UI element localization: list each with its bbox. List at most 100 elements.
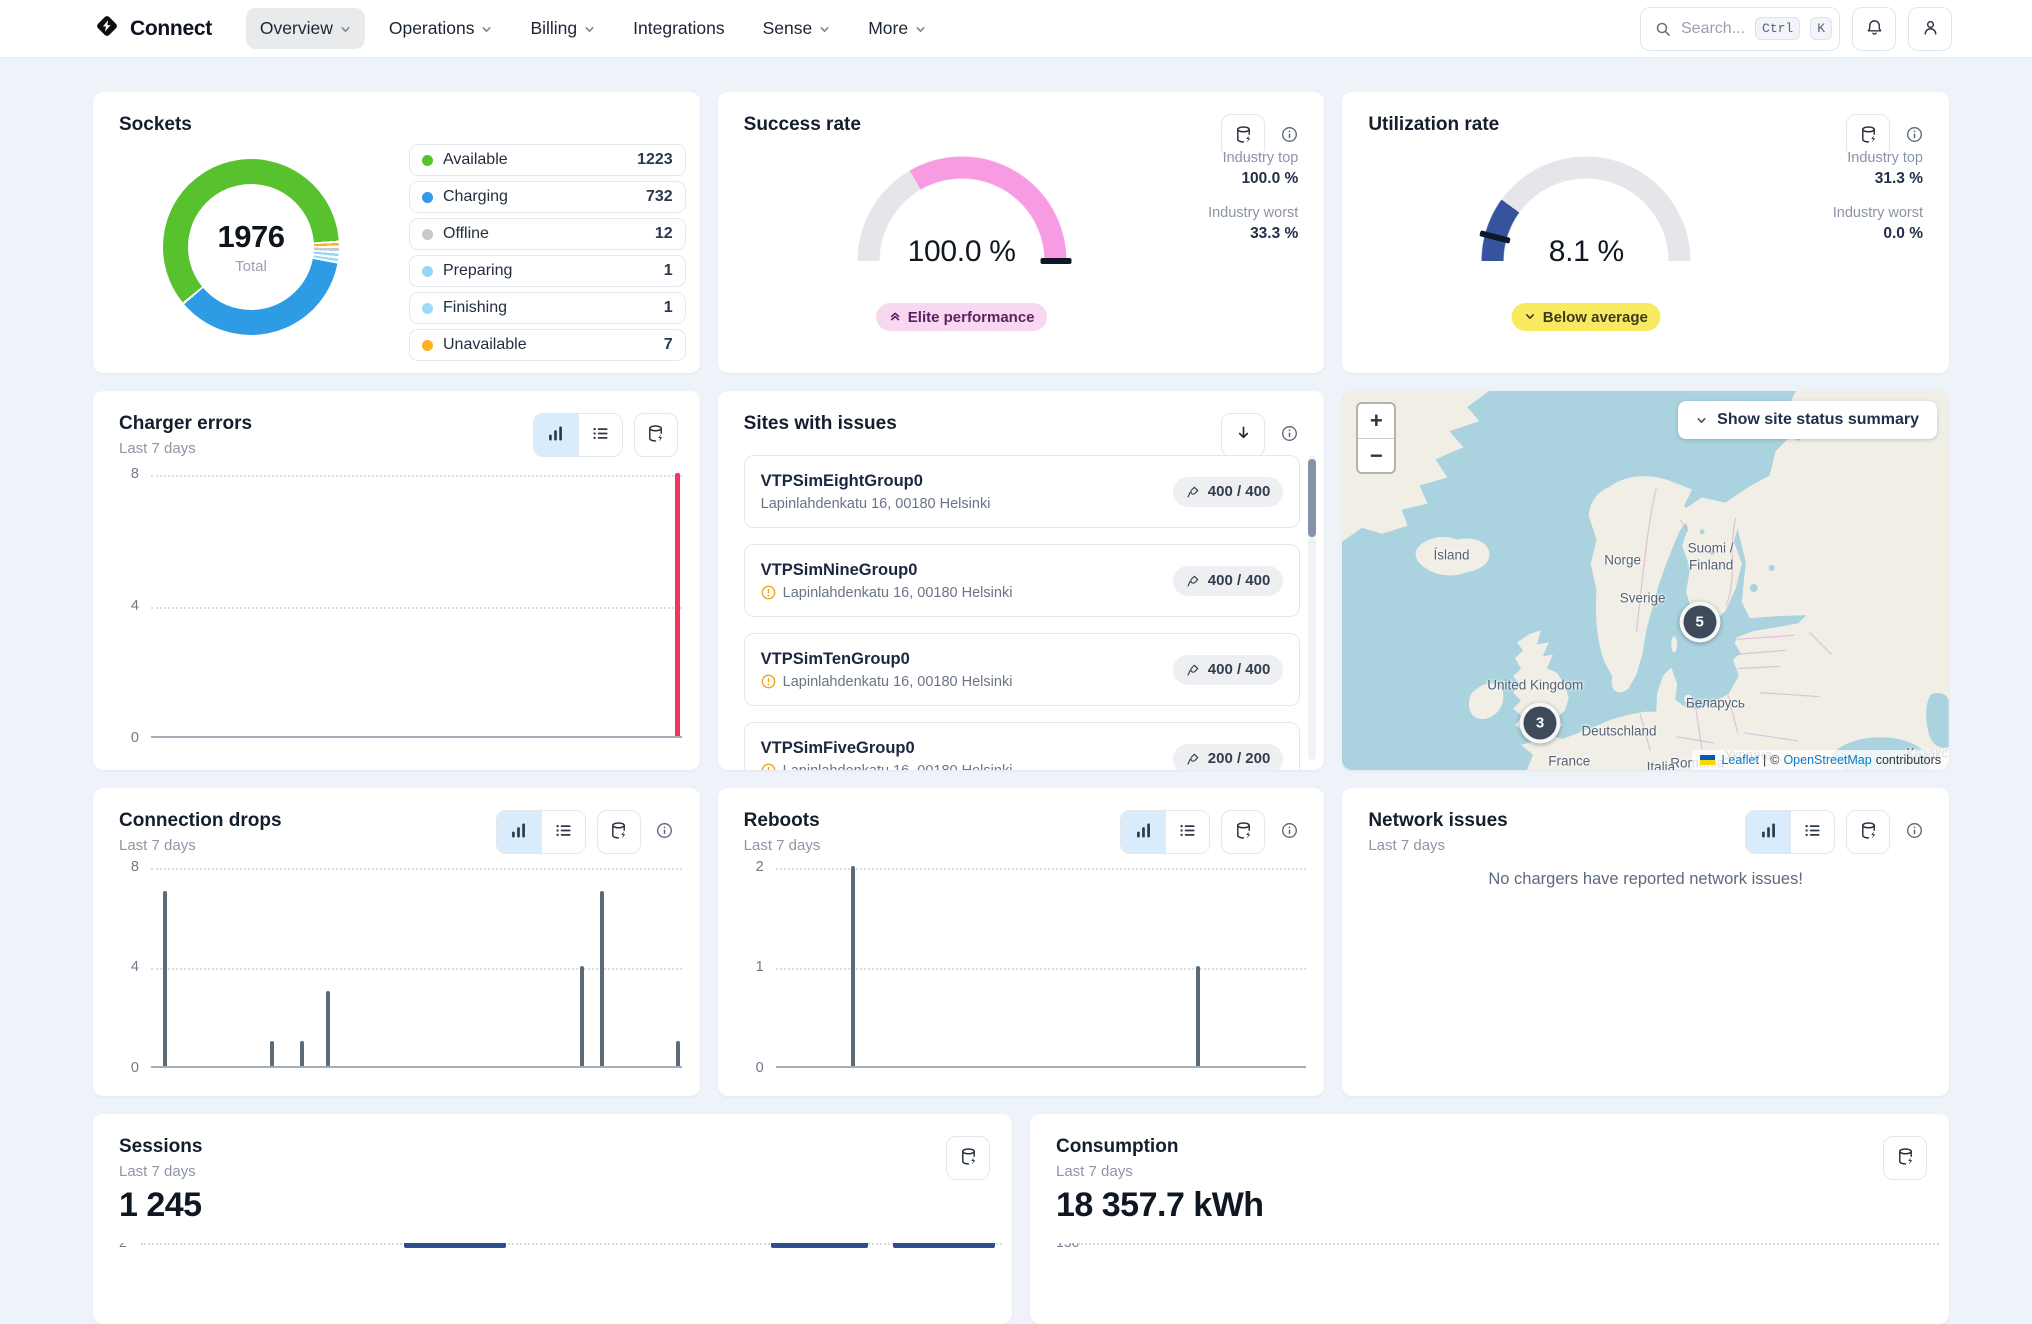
status-dot — [422, 192, 433, 203]
site-row[interactable]: VTPSimTenGroup0Lapinlahdenkatu 16, 00180… — [744, 633, 1301, 706]
nav-item-overview[interactable]: Overview — [246, 8, 365, 49]
nav-item-sense[interactable]: Sense — [749, 8, 845, 49]
brand[interactable]: Connect — [93, 12, 212, 45]
legend-item-preparing[interactable]: Preparing1 — [409, 255, 686, 287]
map-cluster-marker[interactable]: 3 — [1520, 702, 1561, 743]
database-icon — [1234, 821, 1253, 843]
consumption-mini-chart: 150 — [1030, 1243, 1949, 1313]
data-source-button[interactable] — [634, 413, 678, 457]
data-source-button[interactable] — [1846, 810, 1890, 854]
search-input[interactable]: Search... Ctrl K — [1640, 7, 1840, 51]
scrollbar-thumb[interactable] — [1308, 459, 1316, 537]
status-dot — [422, 229, 433, 240]
database-icon — [1859, 821, 1878, 843]
notifications-button[interactable] — [1852, 7, 1896, 51]
info-button[interactable] — [1901, 810, 1927, 854]
legend-label: Unavailable — [443, 336, 654, 354]
chevron-down-icon — [481, 24, 492, 35]
warning-icon — [761, 585, 776, 600]
bar — [404, 1243, 506, 1248]
sockets-total: 1976 — [218, 219, 285, 255]
leaflet-link[interactable]: Leaflet — [1721, 753, 1759, 767]
card-sites-with-issues: Sites with issues VTPSimEightGroup0Lapin… — [718, 391, 1325, 770]
brand-name: Connect — [130, 17, 212, 41]
bar-view-button[interactable] — [1746, 811, 1790, 853]
map-country-label: Deutschland — [1581, 723, 1656, 738]
ukraine-flag-icon — [1700, 755, 1715, 765]
site-row[interactable]: VTPSimEightGroup0Lapinlahdenkatu 16, 001… — [744, 455, 1301, 528]
legend-label: Preparing — [443, 262, 654, 280]
site-row[interactable]: VTPSimNineGroup0Lapinlahdenkatu 16, 0018… — [744, 544, 1301, 617]
legend-item-available[interactable]: Available1223 — [409, 144, 686, 176]
bar-view-button[interactable] — [497, 811, 541, 853]
list-view-button[interactable] — [1790, 811, 1834, 853]
legend-item-offline[interactable]: Offline12 — [409, 218, 686, 250]
nav-item-label: Operations — [389, 18, 475, 39]
bell-icon — [1865, 18, 1884, 40]
info-button[interactable] — [652, 810, 678, 854]
bar — [893, 1243, 995, 1248]
success-rate-gauge: 100.0 % — [857, 156, 1067, 261]
success-rate-value: 100.0 % — [857, 235, 1067, 269]
card-subtitle: Last 7 days — [119, 1163, 202, 1180]
list-view-button[interactable] — [1165, 811, 1209, 853]
info-button[interactable] — [1276, 810, 1302, 854]
map-canvas[interactable]: ÍslandNorgeSverigeSuomi /FinlandUnited K… — [1342, 391, 1949, 770]
osm-link[interactable]: OpenStreetMap — [1783, 753, 1871, 767]
bar-view-button[interactable] — [1121, 811, 1165, 853]
chevron-down-icon — [819, 24, 830, 35]
site-name: VTPSimFiveGroup0 — [761, 739, 1013, 758]
nav-item-more[interactable]: More — [854, 8, 940, 49]
site-address: Lapinlahdenkatu 16, 00180 Helsinki — [761, 763, 1013, 771]
card-title: Sockets — [119, 114, 192, 136]
nav-item-billing[interactable]: Billing — [516, 8, 609, 49]
map-cluster-marker[interactable]: 5 — [1679, 602, 1720, 643]
chevron-down-icon — [584, 24, 595, 35]
map-country-label: Finland — [1689, 557, 1733, 572]
list-view-button[interactable] — [578, 414, 622, 456]
info-icon — [1906, 126, 1923, 146]
site-address: Lapinlahdenkatu 16, 00180 Helsinki — [761, 674, 1013, 690]
user-menu-button[interactable] — [1908, 7, 1952, 51]
legend-label: Finishing — [443, 299, 654, 317]
nav-item-label: More — [868, 18, 908, 39]
card-title: Charger errors — [119, 413, 252, 435]
data-source-button[interactable] — [1221, 810, 1265, 854]
chevron-down-icon — [1696, 415, 1707, 426]
legend-item-finishing[interactable]: Finishing1 — [409, 292, 686, 324]
sites-list: VTPSimEightGroup0Lapinlahdenkatu 16, 001… — [744, 455, 1301, 770]
kbd-ctrl: Ctrl — [1755, 17, 1800, 40]
plug-icon — [1186, 485, 1200, 499]
card-success-rate: Success rate 100.0 % Elite performance I… — [718, 92, 1325, 373]
zoom-out-button[interactable]: − — [1358, 438, 1394, 472]
charger-errors-chart: 8 4 0 — [119, 475, 682, 738]
info-button[interactable] — [1276, 413, 1302, 457]
data-source-button[interactable] — [946, 1136, 990, 1180]
legend-item-charging[interactable]: Charging732 — [409, 181, 686, 213]
legend-value: 12 — [655, 225, 673, 243]
zoom-in-button[interactable]: + — [1358, 404, 1394, 438]
bar — [675, 473, 680, 736]
data-source-button[interactable] — [1883, 1136, 1927, 1180]
legend-item-unavailable[interactable]: Unavailable7 — [409, 329, 686, 361]
nav-item-integrations[interactable]: Integrations — [619, 8, 738, 49]
warning-icon — [761, 674, 776, 689]
card-title: Sessions — [119, 1136, 202, 1158]
download-icon — [1235, 425, 1252, 445]
nav-item-operations[interactable]: Operations — [375, 8, 507, 49]
socket-count-badge: 400 / 400 — [1173, 477, 1284, 507]
list-view-button[interactable] — [541, 811, 585, 853]
card-sessions: Sessions Last 7 days 1 245 2 — [93, 1114, 1012, 1324]
site-status-summary-button[interactable]: Show site status summary — [1678, 401, 1937, 439]
gauge-value-tick — [1041, 258, 1072, 264]
site-row[interactable]: VTPSimFiveGroup0 Lapinlahdenkatu 16, 0018… — [744, 722, 1301, 770]
map-graphic — [1342, 391, 1949, 770]
status-dot — [422, 303, 433, 314]
bar-view-button[interactable] — [534, 414, 578, 456]
brand-logo-icon — [93, 12, 121, 45]
download-button[interactable] — [1221, 413, 1265, 457]
data-source-button[interactable] — [597, 810, 641, 854]
legend-label: Charging — [443, 188, 636, 206]
industry-top-value: 31.3 % — [1833, 170, 1923, 188]
card-network-issues: Network issues Last 7 days No chargers h… — [1342, 788, 1949, 1096]
